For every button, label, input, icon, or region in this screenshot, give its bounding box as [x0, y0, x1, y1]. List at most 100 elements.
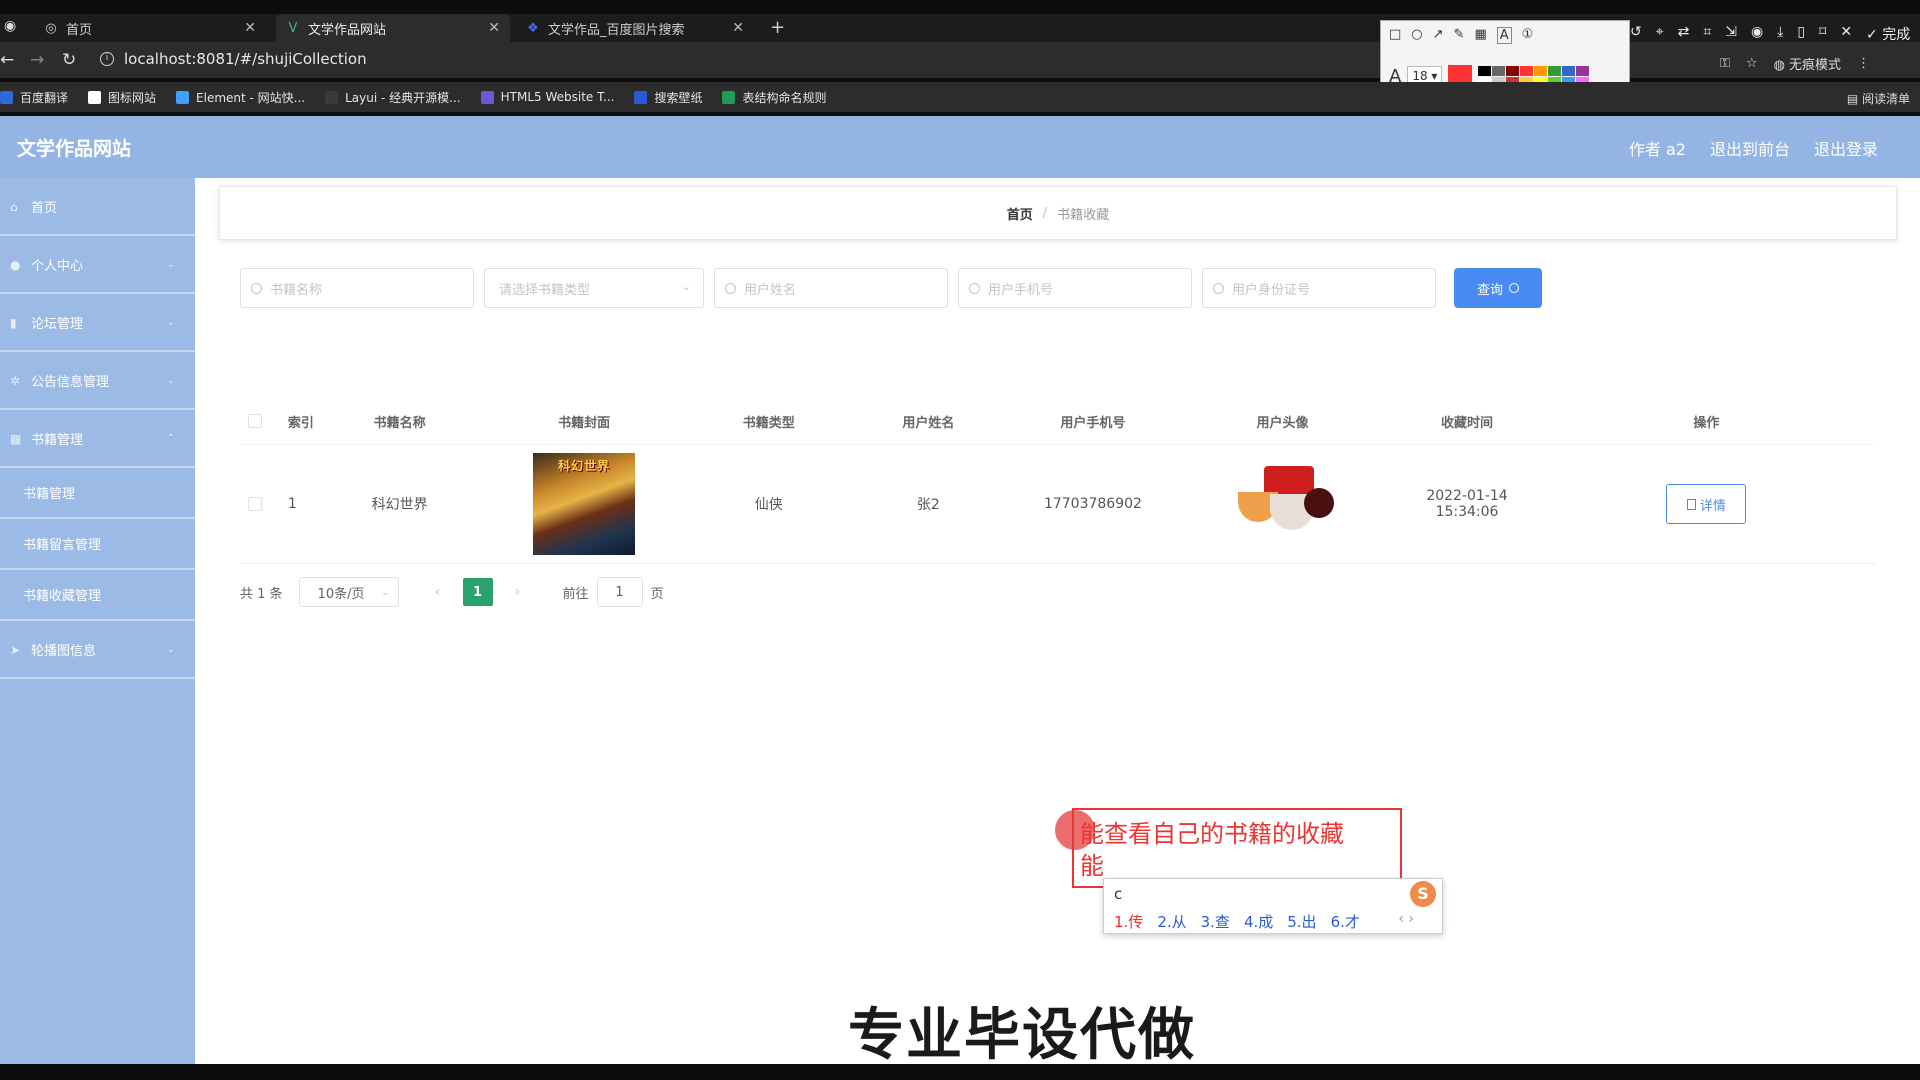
sidebar: ⌂ 首页 ● 个人中心 ⌄ ▮ 论坛管理 ⌄ ✲ 公告信息管理 ⌄ ▦ 书籍管理…: [0, 178, 195, 1064]
user-name-input[interactable]: 用户姓名: [714, 268, 948, 308]
sidebar-item-forum[interactable]: ▮ 论坛管理 ⌄: [0, 294, 195, 352]
page-size-select[interactable]: 10条/页 ⌄: [298, 577, 399, 607]
select-all-checkbox[interactable]: [248, 414, 262, 428]
sidebar-item-carousel[interactable]: ➤ 轮播图信息 ⌄: [0, 621, 195, 679]
html5-icon: [480, 90, 494, 104]
close-icon[interactable]: ✕: [1840, 24, 1852, 44]
placeholder: 用户手机号: [988, 282, 1054, 298]
book-cover-image[interactable]: 科幻世界: [533, 453, 636, 555]
header-links: 作者 a2 退出到前台 退出登录: [1629, 136, 1878, 160]
sidebar-item-personal-center[interactable]: ● 个人中心 ⌄: [0, 236, 195, 294]
number-tool-icon[interactable]: ①: [1522, 27, 1534, 44]
close-icon[interactable]: ✕: [488, 20, 500, 36]
info-icon[interactable]: i: [100, 52, 114, 66]
ime-candidate[interactable]: 3.查: [1201, 911, 1230, 932]
tab-home[interactable]: ◎ 首页 ✕: [36, 14, 266, 42]
bookmark-table-naming[interactable]: 表结构命名规则: [722, 89, 826, 106]
more-menu-icon[interactable]: ⋮: [1857, 56, 1870, 71]
exit-to-frontend-link[interactable]: 退出到前台: [1710, 136, 1790, 160]
author-link[interactable]: 作者 a2: [1629, 136, 1686, 160]
reload-icon[interactable]: ↻: [62, 50, 76, 70]
placeholder: 用户身份证号: [1232, 282, 1311, 298]
page-number-active[interactable]: 1: [462, 578, 493, 606]
url-field[interactable]: i localhost:8081/#/shujiCollection: [100, 50, 367, 68]
bookmark-icon[interactable]: ⌑: [1819, 24, 1826, 44]
sidebar-item-books[interactable]: ▦ 书籍管理 ⌃: [0, 410, 195, 468]
placeholder: 请选择书籍类型: [499, 282, 591, 298]
sidebar-sub-book-manage[interactable]: 书籍管理: [0, 468, 195, 519]
bookmark-html5[interactable]: HTML5 Website T...: [480, 90, 614, 104]
ime-composition: c: [1114, 885, 1123, 903]
row-checkbox[interactable]: [248, 497, 262, 511]
breadcrumb-separator: /: [1042, 205, 1048, 221]
chevron-up-icon: ⌃: [166, 432, 175, 444]
breadcrumb-home[interactable]: 首页: [1007, 204, 1033, 223]
tab-baidu-images[interactable]: ❖ 文学作品_百度图片搜索 ✕: [520, 14, 754, 42]
cell-book-type: 仙侠: [754, 497, 783, 513]
reading-list[interactable]: ▤ 阅读清单: [1847, 90, 1910, 107]
bookmark-icon-site[interactable]: 图标网站: [88, 89, 156, 106]
pin-icon[interactable]: ⌖: [1656, 24, 1664, 44]
incognito-badge[interactable]: ◍ 无痕模式: [1774, 54, 1842, 73]
ime-candidate[interactable]: 6.才: [1331, 911, 1360, 932]
key-icon[interactable]: ⚿: [1720, 56, 1730, 71]
mosaic-tool-icon[interactable]: ▦: [1474, 27, 1486, 44]
ime-candidate[interactable]: 5.出: [1287, 911, 1316, 932]
header-book-type: 书籍类型: [742, 415, 795, 431]
bookmark-baidu-translate[interactable]: 百度翻译: [0, 89, 68, 106]
download-icon[interactable]: ⤓: [1777, 24, 1783, 44]
chevron-down-icon: ⌄: [166, 643, 175, 655]
query-button[interactable]: 查询: [1454, 268, 1542, 308]
new-tab-button[interactable]: +: [770, 14, 785, 42]
book-name-input[interactable]: 书籍名称: [240, 268, 474, 308]
record-icon[interactable]: ◉: [1751, 24, 1763, 44]
ime-page-nav-icon[interactable]: ‹ ›: [1398, 911, 1414, 927]
user-phone-input[interactable]: 用户手机号: [958, 268, 1192, 308]
ime-candidate[interactable]: 2.从: [1157, 911, 1186, 932]
baidu-icon: ❖: [527, 20, 539, 36]
tab-label: 文学作品网站: [308, 22, 387, 38]
tab-literature-site[interactable]: V 文学作品网站 ✕: [276, 14, 510, 42]
close-icon[interactable]: ✕: [732, 20, 744, 36]
book-type-select[interactable]: 请选择书籍类型 ⌄: [484, 268, 704, 308]
bookmark-layui[interactable]: Layui - 经典开源模...: [325, 89, 461, 106]
prev-page-icon[interactable]: ‹: [423, 584, 453, 600]
ocr-icon[interactable]: ⌗: [1703, 24, 1711, 44]
sidebar-item-home[interactable]: ⌂ 首页: [0, 178, 195, 236]
sidebar-sub-book-collections[interactable]: 书籍收藏管理: [0, 570, 195, 621]
next-page-icon[interactable]: ›: [503, 584, 533, 600]
close-icon[interactable]: ✕: [244, 20, 256, 36]
user-avatar-image[interactable]: [1232, 464, 1335, 544]
browser-profile-area: ⚿ ☆ ◍ 无痕模式 ⋮: [1720, 54, 1870, 73]
forward-icon[interactable]: →: [30, 50, 44, 70]
pen-tool-icon[interactable]: ✎: [1454, 27, 1465, 44]
rectangle-tool-icon[interactable]: □: [1389, 27, 1401, 44]
ime-candidate[interactable]: 4.成: [1244, 911, 1273, 932]
long-screenshot-icon[interactable]: ⇲: [1725, 24, 1737, 44]
done-button[interactable]: ✓ 完成: [1866, 24, 1910, 44]
logout-link[interactable]: 退出登录: [1814, 136, 1878, 160]
address-bar: ← → ↻ i localhost:8081/#/shujiCollection: [0, 42, 1920, 78]
text-tool-icon[interactable]: A: [1496, 27, 1512, 44]
arrow-tool-icon[interactable]: ↗: [1433, 27, 1444, 44]
goto-page-input[interactable]: 1: [596, 577, 643, 607]
star-icon[interactable]: ☆: [1746, 56, 1758, 71]
user-id-input[interactable]: 用户身份证号: [1202, 268, 1436, 308]
detail-button[interactable]: 详情: [1666, 484, 1747, 524]
browser-menu-icon[interactable]: ◉: [4, 18, 16, 34]
back-icon[interactable]: ←: [0, 50, 14, 70]
home-icon: ⌂: [10, 199, 18, 214]
cell-book-name: 科幻世界: [371, 497, 428, 513]
bookmark-element[interactable]: Element - 网站快...: [176, 89, 305, 106]
bookmark-wallpaper[interactable]: 搜索壁纸: [634, 89, 702, 106]
translate-icon[interactable]: ⇄: [1678, 24, 1690, 44]
sidebar-item-notice[interactable]: ✲ 公告信息管理 ⌄: [0, 352, 195, 410]
circle-tool-icon[interactable]: ○: [1411, 27, 1422, 44]
cell-index: 1: [287, 496, 297, 512]
app-header: 文学作品网站 作者 a2 退出到前台 退出登录: [0, 116, 1920, 178]
document-icon: [1686, 498, 1696, 510]
copy-icon[interactable]: ▯: [1797, 24, 1805, 44]
sidebar-sub-book-comments[interactable]: 书籍留言管理: [0, 519, 195, 570]
undo-icon[interactable]: ↺: [1630, 24, 1642, 44]
ime-candidate[interactable]: 1.传: [1114, 911, 1143, 932]
